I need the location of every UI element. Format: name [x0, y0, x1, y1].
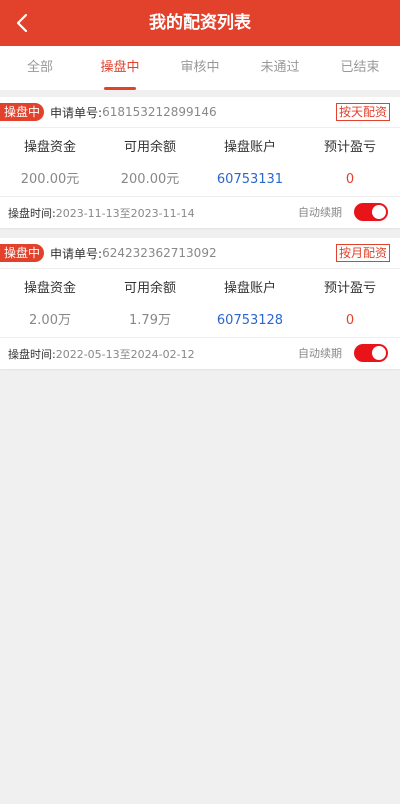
toggle-knob	[372, 205, 386, 219]
status-badge: 操盘中	[0, 103, 45, 121]
allocation-type-tag: 按天配资	[335, 103, 390, 121]
stat-trading-account: 操盘账户 60753128	[200, 279, 300, 331]
trading-time-label: 操盘时间:	[8, 347, 56, 361]
auto-renew-label: 自动续期	[298, 206, 342, 219]
trading-time-range: 2023-11-13至2023-11-14	[55, 206, 195, 220]
stat-value: 200.00元	[120, 172, 180, 187]
status-tabs: 全部 操盘中 审核中 未通过 已结束	[0, 46, 400, 90]
order-card-header: 操盘中 申请单号: 618153212899146 按天配资	[0, 97, 400, 128]
stat-value: 200.00元	[20, 172, 80, 187]
order-stats: 操盘资金 2.00万 可用余额 1.79万 操盘账户 60753128 预计盈亏…	[0, 269, 400, 338]
stat-label: 可用余额	[123, 281, 176, 296]
tab-trading[interactable]: 操盘中	[80, 46, 160, 90]
stat-trading-account: 操盘账户 60753131	[200, 138, 300, 190]
order-number-label: 申请单号:	[50, 105, 103, 120]
stat-value: 1.79万	[129, 313, 171, 328]
tab-finished[interactable]: 已结束	[320, 46, 400, 90]
order-stats: 操盘资金 200.00元 可用余额 200.00元 操盘账户 60753131 …	[0, 128, 400, 197]
order-card-footer: 操盘时间: 2022-05-13至2024-02-12 自动续期	[0, 338, 400, 369]
stat-expected-pnl: 预计盈亏 0	[300, 279, 400, 331]
stat-label: 操盘资金	[23, 140, 76, 155]
stat-value: 0	[345, 313, 355, 328]
stat-label: 操盘资金	[23, 281, 76, 296]
trading-account-link[interactable]: 60753131	[200, 170, 300, 190]
trading-time-range: 2022-05-13至2024-02-12	[55, 347, 195, 361]
order-card[interactable]: 操盘中 申请单号: 624232362713092 按月配资 操盘资金 2.00…	[0, 238, 400, 369]
auto-renew-toggle[interactable]	[354, 203, 388, 221]
auto-renew-toggle[interactable]	[354, 344, 388, 362]
order-number: 624232362713092	[102, 246, 217, 260]
order-card[interactable]: 操盘中 申请单号: 618153212899146 按天配资 操盘资金 200.…	[0, 97, 400, 228]
status-badge: 操盘中	[0, 244, 45, 262]
tab-rejected[interactable]: 未通过	[240, 46, 320, 90]
auto-renew-label: 自动续期	[298, 347, 342, 360]
tab-reviewing[interactable]: 审核中	[160, 46, 240, 90]
trading-time-label: 操盘时间:	[8, 206, 56, 220]
order-list: 操盘中 申请单号: 618153212899146 按天配资 操盘资金 200.…	[0, 97, 400, 379]
stat-label: 操盘账户	[223, 281, 276, 296]
page-title: 我的配资列表	[149, 13, 251, 33]
stat-trading-capital: 操盘资金 2.00万	[0, 279, 100, 331]
stat-label: 预计盈亏	[323, 140, 376, 155]
tab-all[interactable]: 全部	[0, 46, 80, 90]
order-card-footer: 操盘时间: 2023-11-13至2023-11-14 自动续期	[0, 197, 400, 228]
stat-available-balance: 可用余额 200.00元	[100, 138, 200, 190]
stat-label: 预计盈亏	[323, 281, 376, 296]
stat-available-balance: 可用余额 1.79万	[100, 279, 200, 331]
trading-account-link[interactable]: 60753128	[200, 311, 300, 331]
order-card-header: 操盘中 申请单号: 624232362713092 按月配资	[0, 238, 400, 269]
stat-value: 2.00万	[29, 313, 71, 328]
stat-trading-capital: 操盘资金 200.00元	[0, 138, 100, 190]
toggle-knob	[372, 346, 386, 360]
stat-value: 0	[345, 172, 355, 187]
stat-label: 操盘账户	[223, 140, 276, 155]
order-number-label: 申请单号:	[50, 246, 103, 261]
app-header: 我的配资列表	[0, 0, 400, 46]
allocation-type-tag: 按月配资	[335, 244, 390, 262]
stat-label: 可用余额	[123, 140, 176, 155]
order-number: 618153212899146	[102, 105, 217, 119]
stat-expected-pnl: 预计盈亏 0	[300, 138, 400, 190]
